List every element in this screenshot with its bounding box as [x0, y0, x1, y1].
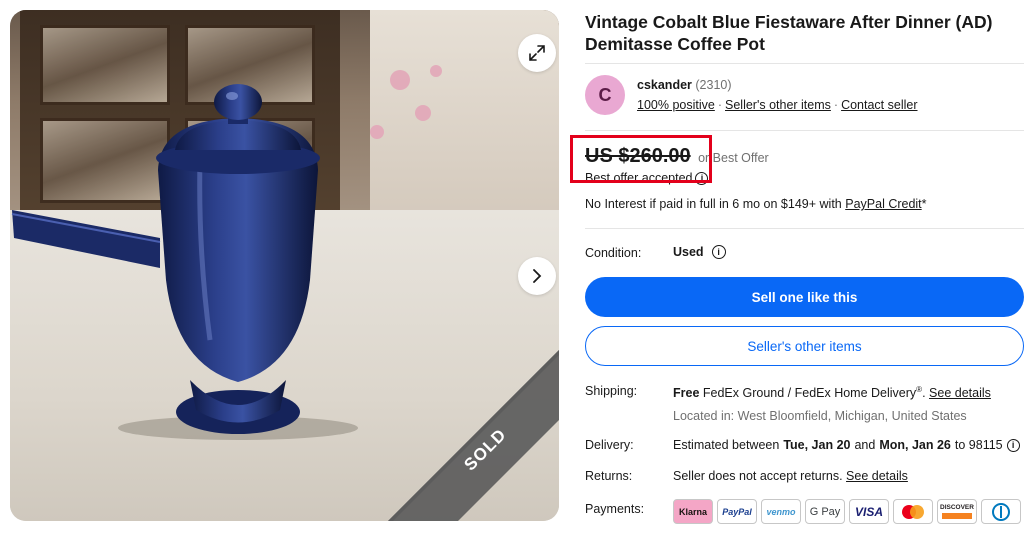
info-icon[interactable]: i: [711, 245, 726, 259]
delivery-and: and: [854, 438, 876, 452]
delivery-start: Tue, Jan 20: [783, 438, 851, 452]
divider: [585, 63, 1024, 64]
positive-feedback-link[interactable]: 100% positive: [637, 98, 715, 112]
seller-name-row: cskander (2310): [637, 78, 732, 92]
delivery-suffix: to 98115: [954, 438, 1003, 452]
paypal-credit-link[interactable]: PayPal Credit: [845, 197, 921, 211]
expand-image-button[interactable]: [518, 34, 556, 72]
price-highlight-box: [570, 135, 712, 183]
financing-asterisk: *: [921, 197, 927, 211]
shipping-label: Shipping:: [585, 384, 638, 398]
diners-club-icon: [981, 499, 1021, 524]
venmo-icon: venmo: [761, 499, 801, 524]
discover-label: DISCOVER: [940, 504, 974, 511]
shipping-method: FedEx Ground / FedEx Home Delivery: [702, 386, 917, 401]
condition-value: Used: [673, 245, 704, 259]
seller-links: 100% positive · Seller's other items · Conta…: [637, 98, 918, 112]
seller-card: C cskander (2310) 100% positive · Seller's…: [585, 66, 1024, 126]
info-icon[interactable]: i: [1006, 438, 1020, 452]
mastercard-icon: [893, 499, 933, 524]
product-image-viewer[interactable]: SOLD: [10, 10, 559, 521]
condition-label: Condition:: [585, 246, 642, 260]
delivery-prefix: Estimated between: [673, 438, 780, 452]
seller-name[interactable]: cskander: [637, 78, 692, 92]
seller-other-items-button[interactable]: Seller's other items: [585, 326, 1024, 366]
google-pay-icon: G Pay: [805, 499, 845, 524]
shipping-details-link[interactable]: See details: [929, 386, 991, 400]
delivery-end: Mon, Jan 26: [879, 438, 951, 452]
visa-icon: VISA: [849, 499, 889, 524]
next-image-button[interactable]: [518, 257, 556, 295]
returns-value: Seller does not accept returns. See deta…: [673, 469, 908, 483]
paypal-icon: PayPal: [717, 499, 757, 524]
avatar[interactable]: C: [585, 75, 625, 115]
seller-feedback-count: (2310): [695, 78, 732, 92]
financing-row: No Interest if paid in full in 6 mo on $…: [585, 197, 927, 211]
shipping-value: Free FedEx Ground / FedEx Home Delivery®…: [673, 385, 991, 400]
returns-text: Seller does not accept returns.: [673, 469, 843, 483]
financing-text: No Interest if paid in full in 6 mo on $…: [585, 197, 842, 211]
shipping-separator: .: [922, 386, 926, 401]
discover-icon: DISCOVER: [937, 499, 977, 524]
returns-details-link[interactable]: See details: [846, 469, 908, 483]
chevron-right-icon: [533, 269, 542, 283]
item-location: Located in: West Bloomfield, Michigan, U…: [673, 409, 967, 423]
returns-label: Returns:: [585, 469, 633, 483]
expand-icon: [529, 45, 545, 61]
product-photo: SOLD: [10, 10, 559, 521]
shipping-free: Free: [673, 386, 700, 401]
sell-one-like-this-button[interactable]: Sell one like this: [585, 277, 1024, 317]
contact-seller-link[interactable]: Contact seller: [841, 98, 917, 112]
listing-title: Vintage Cobalt Blue Fiestaware After Din…: [585, 12, 993, 54]
delivery-label: Delivery:: [585, 438, 634, 452]
seller-other-items-link[interactable]: Seller's other items: [725, 98, 831, 112]
divider: [585, 228, 1024, 229]
payment-methods: Klarna PayPal venmo G Pay VISA DISCOVER: [673, 499, 1021, 524]
payments-label: Payments:: [585, 502, 645, 516]
divider: [585, 130, 1024, 131]
klarna-icon: Klarna: [673, 499, 713, 524]
condition-value-row: Used i: [673, 245, 726, 259]
delivery-value: Estimated between Tue, Jan 20 and Mon, J…: [673, 438, 1020, 452]
